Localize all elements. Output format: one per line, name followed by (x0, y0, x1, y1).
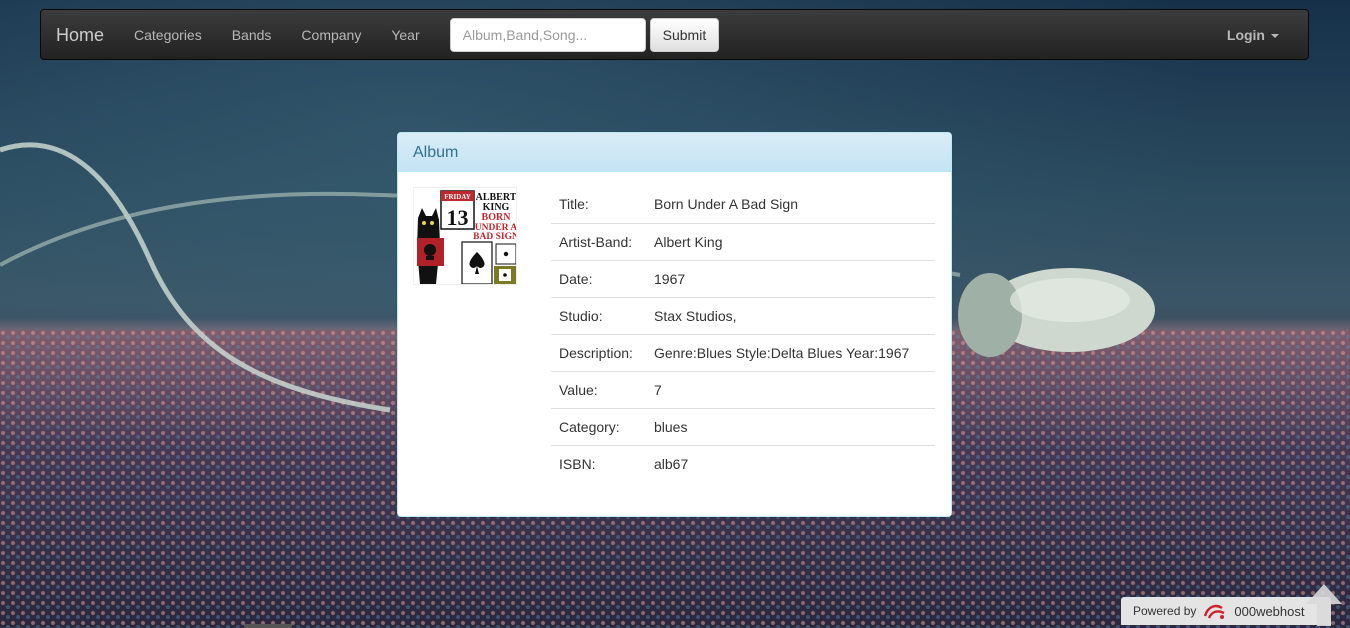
host-name-text: 000webhost (1234, 603, 1305, 619)
detail-value-studio: Stax Studios, (646, 297, 935, 335)
table-row: Date: 1967 (551, 260, 935, 298)
detail-value-category: blues (646, 408, 935, 446)
nav-home-link[interactable]: Home (41, 10, 119, 60)
table-row: Artist-Band: Albert King (551, 223, 935, 261)
detail-label-category: Category: (551, 408, 646, 446)
table-row: Studio: Stax Studios, (551, 297, 935, 335)
detail-value-isbn: alb67 (654, 455, 689, 472)
cover-friday-text: FRIDAY (444, 193, 471, 201)
cover-title-line-1: BORN (482, 212, 512, 223)
table-row: Category: blues (551, 408, 935, 446)
album-details-table: Title: Born Under A Bad Sign Artist-Band… (551, 186, 935, 482)
detail-label-studio: Studio: (551, 297, 646, 335)
detail-value-date: 1967 (646, 260, 935, 298)
panel-body: FRIDAY 13 ALBERT KING BORN UNDER A BAD S… (398, 172, 951, 472)
album-cover-art: FRIDAY 13 ALBERT KING BORN UNDER A BAD S… (414, 188, 517, 284)
detail-value-value: 7 (646, 371, 935, 409)
detail-label-date: Date: (551, 260, 646, 298)
cover-title-line-3: BAD SIGN (473, 232, 517, 242)
earbud-graphic (958, 268, 1155, 357)
detail-label-value: Value: (551, 371, 646, 409)
table-row: Title: Born Under A Bad Sign (551, 186, 935, 224)
table-row: ISBN: alb67 (551, 445, 935, 482)
detail-label-title: Title: (551, 186, 646, 224)
login-label: Login (1226, 26, 1265, 43)
submit-button[interactable]: Submit (649, 17, 720, 52)
cover-number-text: 13 (447, 205, 469, 230)
chevron-down-icon (1271, 33, 1279, 38)
detail-value-description: Genre:Blues Style:Delta Blues Year:1967 (646, 334, 935, 372)
detail-label-artist-band: Artist-Band: (551, 223, 646, 261)
search-input[interactable] (449, 17, 646, 52)
nav-link-bands[interactable]: Bands (217, 10, 287, 60)
detail-value-artist-band: Albert King (646, 223, 935, 261)
detail-label-isbn: ISBN: (559, 455, 596, 472)
search-form: Submit (449, 17, 720, 52)
arrow-up-icon[interactable] (1300, 580, 1348, 628)
nav-link-company[interactable]: Company (286, 10, 376, 60)
album-panel: Album FRIDAY 13 ALBERT KING BORN UNDER A… (397, 132, 952, 517)
nav-link-year[interactable]: Year (376, 10, 434, 60)
table-row: Value: 7 (551, 371, 935, 409)
login-dropdown[interactable]: Login (1227, 10, 1279, 60)
top-navbar: Home Categories Bands Company Year Submi… (40, 9, 1309, 60)
powered-by-text: Powered by (1133, 604, 1197, 618)
album-cover-image: FRIDAY 13 ALBERT KING BORN UNDER A BAD S… (413, 187, 517, 285)
detail-label-description: Description: (551, 334, 646, 372)
nav-link-categories[interactable]: Categories (119, 10, 217, 60)
scrollbar-stub (244, 624, 292, 628)
host-logo-icon (1204, 604, 1225, 619)
panel-title: Album (398, 133, 951, 172)
table-row: Description: Genre:Blues Style:Delta Blu… (551, 334, 935, 372)
detail-value-title: Born Under A Bad Sign (646, 186, 935, 224)
